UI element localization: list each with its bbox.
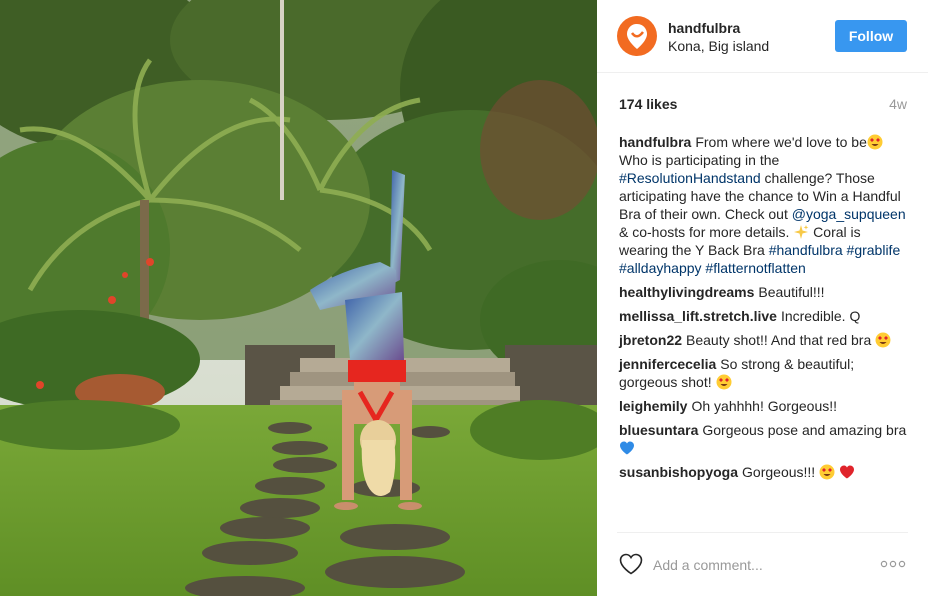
post-details-panel: handfulbra Kona, Big island Follow 174 l… [597,0,928,596]
hashtag-link[interactable]: #alldayhappy [619,260,702,276]
handstand-garden-image [0,0,597,596]
comment-text: Beauty shot!! And that red bra [686,332,872,348]
comment-author[interactable]: susanbishopyoga [619,464,738,480]
handfulbra-logo-icon [627,24,647,49]
sparkles-emoji [793,224,809,240]
likes-count[interactable]: 174 likes [619,96,677,112]
comment-text: Incredible. Q [780,308,861,324]
blue-heart-emoji [619,440,635,456]
follow-button[interactable]: Follow [835,20,907,52]
add-comment-input[interactable] [653,555,853,575]
comment-text: Gorgeous!!! [742,464,816,480]
caption: handfulbra From where we'd love to be Who… [619,133,911,277]
post-age[interactable]: 4w [889,96,907,112]
heart-eyes-emoji [819,464,835,480]
comment-author[interactable]: bluesuntara [619,422,698,438]
instagram-post: handfulbra Kona, Big island Follow 174 l… [0,0,928,596]
caption-text: From where we'd love to be [695,134,867,150]
heart-eyes-emoji [867,134,883,150]
comment-author[interactable]: jennifercecelia [619,356,716,372]
hashtag-link[interactable]: #flatternotflatten [705,260,805,276]
post-footer [617,532,908,597]
comment: mellissa_lift.stretch.live Incredible. Q [619,307,911,325]
post-header: handfulbra Kona, Big island Follow [597,0,928,73]
hashtag-link[interactable]: #ResolutionHandstand [619,170,761,186]
caption-text: & co-hosts for more details. [619,224,794,240]
comment: healthylivingdreams Beautiful!!! [619,283,911,301]
location-link[interactable]: Kona, Big island [668,38,769,54]
comment-text: Gorgeous pose and amazing bra [702,422,907,438]
comment-list: handfulbra From where we'd love to be Who… [619,133,911,487]
comment: susanbishopyoga Gorgeous!!! [619,463,911,481]
comment-author[interactable]: mellissa_lift.stretch.live [619,308,777,324]
comment-text: Beautiful!!! [758,284,825,300]
heart-outline-icon[interactable] [619,553,643,575]
username-link[interactable]: handfulbra [668,20,740,36]
comment: leighemily Oh yahhhh! Gorgeous!! [619,397,911,415]
comment-author[interactable]: leighemily [619,398,687,414]
mention-link[interactable]: @yoga_supqueen [792,206,906,222]
post-photo[interactable] [0,0,597,596]
hashtag-link[interactable]: #grablife [847,242,901,258]
red-heart-emoji [839,464,855,480]
comment-author[interactable]: jbreton22 [619,332,682,348]
likes-row: 174 likes 4w [619,96,907,114]
heart-eyes-emoji [716,374,732,390]
comment: jennifercecelia So strong & beautiful; go… [619,355,911,391]
heart-eyes-emoji [875,332,891,348]
comment-author[interactable]: healthylivingdreams [619,284,754,300]
comment: jbreton22 Beauty shot!! And that red bra [619,331,911,349]
caption-text: Who is participating in the [619,152,780,168]
comment-text: Oh yahhhh! Gorgeous!! [691,398,838,414]
comment: bluesuntara Gorgeous pose and amazing bra [619,421,911,457]
comment-author[interactable]: handfulbra [619,134,691,150]
hashtag-link[interactable]: #handfulbra [769,242,843,258]
ellipsis-icon[interactable] [880,557,906,571]
avatar[interactable] [617,16,657,56]
